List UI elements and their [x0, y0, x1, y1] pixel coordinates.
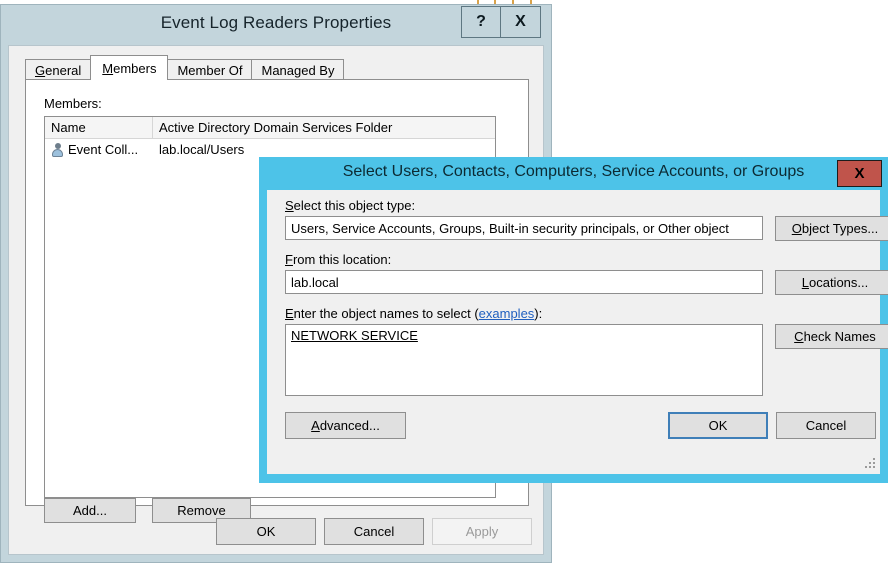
select-users-dialog: Select Users, Contacts, Computers, Servi…	[259, 157, 888, 483]
object-names-input[interactable]: NETWORK SERVICE	[285, 324, 763, 396]
object-types-button[interactable]: Object Types...	[775, 216, 888, 241]
help-icon[interactable]: ?	[461, 6, 501, 38]
user-icon	[51, 142, 64, 157]
tab-managed-by[interactable]: Managed By	[251, 59, 345, 80]
properties-footer: OK Cancel Apply	[9, 508, 543, 556]
ok-button[interactable]: OK	[216, 518, 316, 545]
cancel-button[interactable]: Cancel	[776, 412, 876, 439]
select-dialog-body: Select this object type: Users, Service …	[267, 190, 888, 474]
members-list-header: Name Active Directory Domain Services Fo…	[45, 117, 495, 139]
resize-grip[interactable]	[863, 458, 877, 472]
tab-strip: General Members Member Of Managed By	[25, 55, 345, 80]
resolved-name: NETWORK SERVICE	[291, 328, 418, 343]
column-header-name[interactable]: Name	[45, 117, 153, 138]
members-label: Members:	[44, 96, 102, 111]
cancel-button[interactable]: Cancel	[324, 518, 424, 545]
examples-link[interactable]: examples	[479, 306, 535, 321]
select-dialog-title-bar[interactable]: Select Users, Contacts, Computers, Servi…	[259, 157, 888, 190]
tab-members[interactable]: Members	[90, 55, 169, 80]
advanced-button[interactable]: Advanced...	[285, 412, 406, 439]
tab-member-of[interactable]: Member Of	[167, 59, 253, 80]
check-names-button[interactable]: Check Names	[775, 324, 888, 349]
location-field[interactable]: lab.local	[285, 270, 763, 294]
member-name-cell: Event Coll...	[45, 142, 153, 157]
location-label: From this location:	[285, 252, 392, 267]
locations-button[interactable]: Locations...	[775, 270, 888, 295]
close-icon[interactable]: X	[501, 6, 541, 38]
apply-button: Apply	[432, 518, 532, 545]
member-name-text: Event Coll...	[68, 142, 139, 157]
select-dialog-title: Select Users, Contacts, Computers, Servi…	[342, 163, 805, 180]
properties-title-bar[interactable]: Event Log Readers Properties ? X	[1, 5, 551, 43]
close-icon[interactable]: X	[837, 160, 882, 187]
object-type-label: Select this object type:	[285, 198, 416, 213]
title-bar-buttons: ? X	[461, 6, 541, 38]
ok-button[interactable]: OK	[668, 412, 768, 439]
tab-general[interactable]: General	[25, 59, 92, 80]
object-type-field[interactable]: Users, Service Accounts, Groups, Built-i…	[285, 216, 763, 240]
object-names-label: Enter the object names to select (exampl…	[285, 306, 543, 321]
member-folder-cell: lab.local/Users	[159, 142, 245, 157]
column-header-folder[interactable]: Active Directory Domain Services Folder	[153, 117, 495, 138]
